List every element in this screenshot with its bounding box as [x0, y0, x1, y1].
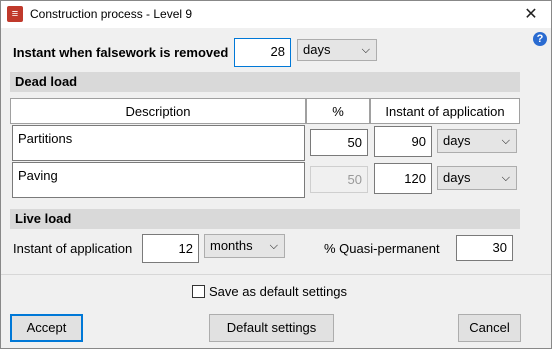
construction-process-dialog: ≡ Construction process - Level 9 ✕ ? Ins…	[0, 0, 552, 349]
dead-load-row-unit-select[interactable]: days ⌵	[437, 166, 517, 190]
quasi-permanent-label: % Quasi-permanent	[324, 241, 440, 256]
default-settings-button[interactable]: Default settings	[209, 314, 334, 342]
falsework-unit-value: days	[303, 42, 331, 57]
dead-load-row-unit-select[interactable]: days ⌵	[437, 129, 517, 153]
chevron-down-icon: ⌵	[269, 240, 278, 252]
close-icon[interactable]: ✕	[511, 1, 551, 28]
live-load-header: Live load	[10, 209, 520, 229]
title-bar: ≡ Construction process - Level 9 ✕	[1, 1, 551, 28]
dead-load-row-percent: 50	[310, 166, 368, 193]
live-load-instant-input[interactable]: 12	[142, 234, 199, 263]
column-instant: Instant of application	[370, 98, 520, 124]
column-percent: %	[306, 98, 370, 124]
unit-value: months	[210, 238, 253, 253]
dead-load-row-instant[interactable]: 120	[374, 163, 432, 194]
falsework-unit-select[interactable]: days ⌵	[297, 39, 377, 61]
unit-value: days	[443, 133, 471, 148]
help-icon[interactable]: ?	[533, 32, 547, 46]
unit-value: days	[443, 170, 471, 185]
dead-load-row-percent[interactable]: 50	[310, 129, 368, 156]
save-default-checkbox[interactable]	[192, 285, 205, 298]
falsework-label: Instant when falsework is removed	[13, 45, 229, 60]
column-description: Description	[10, 98, 306, 124]
falsework-instant-input[interactable]: 28	[234, 38, 291, 67]
app-icon: ≡	[7, 6, 23, 22]
live-load-instant-label: Instant of application	[13, 241, 133, 256]
quasi-permanent-input[interactable]: 30	[456, 235, 513, 261]
dead-load-header: Dead load	[10, 72, 520, 92]
dead-load-row-description[interactable]: Paving	[12, 162, 305, 198]
accept-button[interactable]: Accept	[10, 314, 83, 342]
save-default-label[interactable]: Save as default settings	[209, 284, 347, 299]
live-load-unit-select[interactable]: months ⌵	[204, 234, 285, 258]
chevron-down-icon: ⌵	[361, 44, 370, 56]
window-title: Construction process - Level 9	[30, 7, 193, 21]
dead-load-row-instant[interactable]: 90	[374, 126, 432, 157]
dead-load-row-description[interactable]: Partitions	[12, 125, 305, 161]
chevron-down-icon: ⌵	[501, 172, 510, 184]
separator	[1, 274, 551, 275]
cancel-button[interactable]: Cancel	[458, 314, 521, 342]
chevron-down-icon: ⌵	[501, 135, 510, 147]
